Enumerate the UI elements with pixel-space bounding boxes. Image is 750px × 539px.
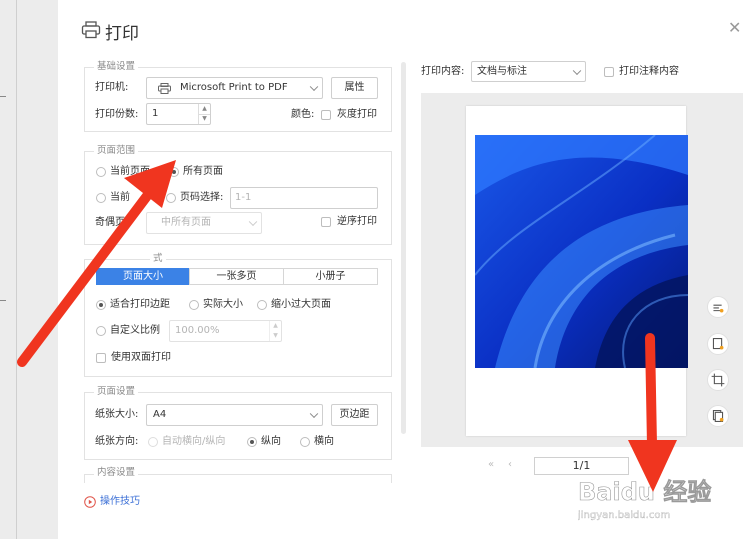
printer-select-value: Microsoft Print to PDF xyxy=(180,82,288,93)
stepper-up-icon[interactable]: ▲ xyxy=(269,321,281,331)
custom-scale-radio[interactable] xyxy=(96,326,106,336)
print-mode-legend: 式 xyxy=(150,253,166,265)
reverse-print-checkbox[interactable] xyxy=(321,217,331,227)
settings-tool-icon[interactable] xyxy=(707,296,729,318)
page-select-placeholder: 1-1 xyxy=(235,192,252,203)
pages-tool-icon[interactable] xyxy=(707,405,729,427)
grayscale-checkbox[interactable] xyxy=(321,110,331,120)
content-settings-legend: 内容设置 xyxy=(94,467,139,479)
page-setup-legend: 页面设置 xyxy=(94,386,139,398)
reverse-print-label: 逆序打印 xyxy=(337,216,377,227)
current-page-label: 当前页面 xyxy=(110,166,150,177)
print-content-value: 文档与标注 xyxy=(477,66,527,77)
current-page-radio[interactable] xyxy=(96,167,106,177)
copies-value: 1 xyxy=(152,108,159,119)
watermark-brand: Baidu 经验 xyxy=(578,478,711,506)
tab-multiple-pages[interactable]: 一张多页 xyxy=(189,268,284,285)
page-select-radio[interactable] xyxy=(166,193,176,203)
shrink-large-radio[interactable] xyxy=(257,300,267,310)
chevron-down-icon xyxy=(572,66,582,75)
shrink-large-label: 缩小过大页面 xyxy=(271,299,331,310)
custom-scale-label: 自定义比例 xyxy=(110,325,160,336)
odd-even-select[interactable]: 中所有页面 xyxy=(146,212,262,234)
pdf-printer-icon xyxy=(158,83,171,94)
auto-orientation-label: 自动横向/纵向 xyxy=(162,436,226,447)
background-tick xyxy=(0,96,6,97)
margin-button[interactable]: 页边距 xyxy=(331,404,378,426)
printer-label: 打印机: xyxy=(95,82,129,93)
color-label: 颜色: xyxy=(291,109,315,120)
selection-label: 当前 xyxy=(110,192,130,203)
dialog-title: 打印 xyxy=(105,24,139,44)
close-icon[interactable]: ✕ xyxy=(728,20,741,36)
odd-even-label: 奇偶页 xyxy=(95,217,125,228)
background-divider xyxy=(16,0,17,539)
selection-radio[interactable] xyxy=(96,193,106,203)
tab-page-size[interactable]: 页面大小 xyxy=(96,268,190,285)
first-page-icon[interactable]: « xyxy=(488,459,494,470)
stepper-down-icon[interactable]: ▼ xyxy=(269,331,281,341)
copies-label: 打印份数: xyxy=(95,109,139,120)
settings-scrollbar[interactable] xyxy=(401,62,406,434)
fit-margin-radio[interactable] xyxy=(96,300,106,310)
crop-tool-icon[interactable] xyxy=(707,369,729,391)
fit-margin-label: 适合打印边距 xyxy=(110,299,170,310)
background-window xyxy=(0,0,58,539)
paper-size-select[interactable]: A4 xyxy=(146,404,323,426)
page-select-label: 页码选择: xyxy=(180,192,224,203)
all-pages-radio[interactable] xyxy=(169,167,179,177)
background-tick xyxy=(0,300,6,301)
copies-stepper[interactable]: 1 ▲ ▼ xyxy=(146,103,211,125)
wallpaper-image xyxy=(475,135,688,368)
print-annotations-label: 打印注释内容 xyxy=(619,66,679,77)
page-select-input[interactable]: 1-1 xyxy=(230,187,378,209)
document-tool-icon[interactable] xyxy=(707,333,729,355)
watermark-url: jingyan.baidu.com xyxy=(578,510,670,521)
portrait-label: 纵向 xyxy=(261,436,281,447)
custom-scale-input[interactable]: 100.00% ▲ ▼ xyxy=(169,320,282,342)
actual-size-label: 实际大小 xyxy=(203,299,243,310)
orientation-label: 纸张方向: xyxy=(95,436,139,447)
chevron-down-icon xyxy=(309,409,319,419)
baidu-watermark: Baidu 经验 jingyan.baidu.com xyxy=(578,478,712,521)
duplex-checkbox[interactable] xyxy=(96,353,106,363)
auto-orientation-radio[interactable] xyxy=(148,437,158,447)
basic-settings-legend: 基础设置 xyxy=(94,61,139,73)
page-setup-group xyxy=(84,392,392,460)
previous-page-icon[interactable]: ‹ xyxy=(508,459,512,470)
play-circle-icon[interactable] xyxy=(84,496,96,508)
tips-link[interactable]: 操作技巧 xyxy=(100,495,140,509)
chevron-down-icon xyxy=(248,217,258,227)
portrait-radio[interactable] xyxy=(247,437,257,447)
duplex-label: 使用双面打印 xyxy=(111,352,171,363)
printer-select[interactable]: Microsoft Print to PDF xyxy=(146,77,323,99)
odd-even-value: 中所有页面 xyxy=(161,217,211,228)
custom-scale-value: 100.00% xyxy=(175,325,220,336)
page-range-legend: 页面范围 xyxy=(94,145,139,157)
paper-size-label: 纸张大小: xyxy=(95,409,139,420)
all-pages-label: 所有页面 xyxy=(183,166,223,177)
print-content-label: 打印内容: xyxy=(421,66,465,77)
landscape-radio[interactable] xyxy=(300,437,310,447)
print-annotations-checkbox[interactable] xyxy=(604,67,614,77)
grayscale-label: 灰度打印 xyxy=(337,109,377,120)
print-content-select[interactable]: 文档与标注 xyxy=(471,61,586,82)
stepper-down-icon[interactable]: ▼ xyxy=(198,114,210,124)
landscape-label: 横向 xyxy=(314,436,334,447)
printer-icon xyxy=(81,21,101,39)
chevron-down-icon xyxy=(309,82,319,92)
actual-size-radio[interactable] xyxy=(189,300,199,310)
paper-size-value: A4 xyxy=(153,409,167,420)
tab-booklet[interactable]: 小册子 xyxy=(283,268,378,285)
properties-button[interactable]: 属性 xyxy=(331,77,378,99)
